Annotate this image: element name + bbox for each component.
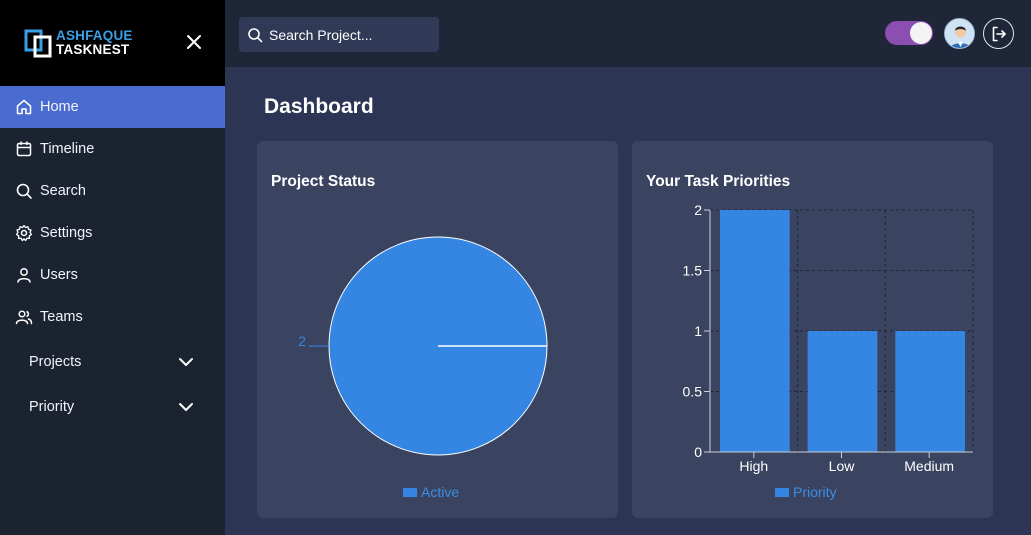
sidebar-item-label: Search — [40, 183, 86, 199]
x-tick-label: Medium — [904, 458, 954, 474]
sidebar-item-label: Users — [40, 267, 78, 283]
theme-toggle[interactable] — [885, 21, 933, 45]
sidebar-item-label: Timeline — [40, 141, 95, 157]
legend-swatch — [775, 487, 789, 497]
brand-bar: ASHFAQUE TASKNEST — [0, 0, 225, 86]
sidebar: ASHFAQUE TASKNEST Home Timeline Search S… — [0, 0, 225, 535]
sidebar-item-label: Teams — [40, 309, 83, 325]
pie-chart: 2 — [298, 236, 548, 456]
sidebar-group-label: Projects — [29, 353, 82, 370]
sidebar-nav: Home Timeline Search Settings Users Team… — [0, 86, 225, 429]
x-tick-label: High — [739, 458, 768, 474]
search-box[interactable] — [239, 17, 439, 52]
logo-line-1: ASHFAQUE — [56, 28, 133, 43]
bar — [720, 210, 790, 452]
logo-text: ASHFAQUE TASKNEST — [56, 29, 133, 57]
task-priorities-card: Your Task Priorities 0 0.5 1 1.5 2 High Low Med… — [632, 141, 993, 518]
avatar[interactable] — [944, 18, 975, 49]
project-status-card: Project Status 2 Active — [257, 141, 618, 518]
bar-chart: 0 0.5 1 1.5 2 High Low Medium — [683, 202, 974, 474]
y-tick-label: 2 — [694, 202, 702, 218]
toggle-knob — [910, 22, 932, 44]
sidebar-group-label: Priority — [29, 398, 75, 415]
legend-label: Priority — [793, 484, 837, 500]
users-icon — [15, 308, 33, 326]
sidebar-item-settings[interactable]: Settings — [0, 212, 225, 254]
logout-icon — [992, 26, 1006, 41]
logo-line-2: TASKNEST — [56, 42, 130, 57]
chevron-down-icon — [179, 402, 193, 411]
legend-label: Active — [421, 484, 460, 500]
sidebar-group-projects[interactable]: Projects — [0, 339, 225, 384]
logo-icon — [24, 28, 54, 58]
bar-legend[interactable]: Priority — [775, 484, 837, 500]
search-icon — [15, 182, 33, 200]
bar — [895, 331, 965, 452]
y-tick-label: 0 — [694, 444, 702, 460]
close-icon — [187, 35, 201, 49]
sidebar-item-teams[interactable]: Teams — [0, 296, 225, 338]
bar — [807, 331, 878, 452]
gear-icon — [15, 224, 33, 242]
close-sidebar-button[interactable] — [183, 31, 205, 53]
page-title: Dashboard — [264, 95, 374, 118]
sidebar-group-priority[interactable]: Priority — [0, 384, 225, 429]
y-tick-label: 0.5 — [683, 384, 703, 400]
home-icon — [15, 98, 33, 116]
sidebar-item-search[interactable]: Search — [0, 170, 225, 212]
pie-legend[interactable]: Active — [403, 484, 459, 500]
y-tick-label: 1.5 — [683, 263, 703, 279]
sidebar-item-label: Settings — [40, 225, 93, 241]
y-tick-label: 1 — [694, 323, 702, 339]
sidebar-item-label: Home — [40, 99, 79, 115]
logo: ASHFAQUE TASKNEST — [24, 28, 133, 58]
search-input[interactable] — [269, 26, 429, 43]
x-tick-label: Low — [829, 458, 856, 474]
user-avatar-icon — [945, 19, 974, 48]
search-icon — [248, 27, 263, 42]
pie-data-label: 2 — [298, 333, 306, 349]
topbar — [225, 0, 1031, 67]
calendar-icon — [15, 140, 33, 158]
sidebar-item-home[interactable]: Home — [0, 86, 225, 128]
sidebar-item-timeline[interactable]: Timeline — [0, 128, 225, 170]
sidebar-item-users[interactable]: Users — [0, 254, 225, 296]
chevron-down-icon — [179, 357, 193, 366]
user-icon — [15, 266, 33, 284]
legend-swatch — [403, 487, 417, 497]
logout-button[interactable] — [983, 18, 1014, 49]
